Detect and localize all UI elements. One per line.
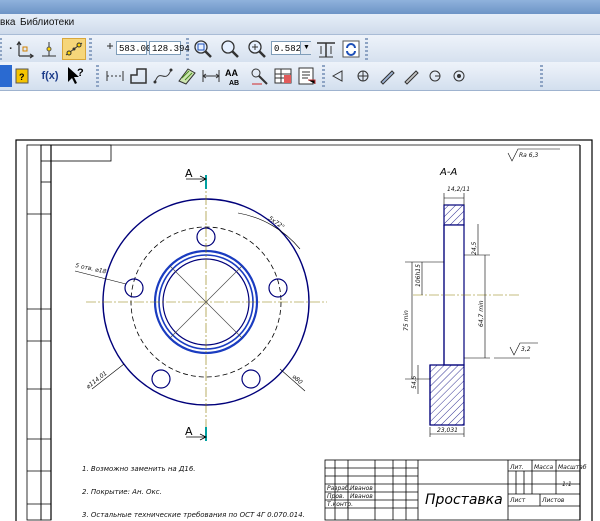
tb-lit-header: Лит. bbox=[509, 464, 524, 471]
dim-t1: 14,2/11 bbox=[447, 186, 470, 193]
toolbar-grip[interactable] bbox=[96, 65, 99, 87]
parameters-icon[interactable]: ? bbox=[14, 65, 36, 87]
contour-icon[interactable] bbox=[128, 65, 150, 87]
zoom-in-icon[interactable] bbox=[219, 38, 241, 60]
tb-sheets: Листов bbox=[541, 497, 565, 504]
dim-t2: 24,5 bbox=[471, 241, 478, 255]
coordinate-icon bbox=[104, 38, 116, 60]
cursor-icon[interactable] bbox=[426, 65, 444, 87]
note-2: 2. Покрытие: Ан. Окс. bbox=[82, 488, 162, 496]
drawing-canvas[interactable]: А А 5х72° 5 отв. ⌀18 ⌀114,01 ⌀80 А-А 14,… bbox=[0, 109, 600, 521]
note-3: 3. Остальные технические требования по О… bbox=[82, 511, 305, 519]
refresh-icon[interactable] bbox=[340, 38, 362, 60]
menu-item-libraries[interactable]: Библиотеки bbox=[20, 17, 74, 28]
toolbar-grip[interactable] bbox=[322, 65, 325, 87]
note-1: 1. Возможно заменить на Д16. bbox=[82, 465, 196, 473]
section-label: А-А bbox=[439, 167, 457, 178]
cut-label-top: А bbox=[185, 167, 193, 180]
tb-scale-value: 1:1 bbox=[562, 481, 572, 488]
zoom-scale-icon[interactable] bbox=[246, 38, 268, 60]
cut-label-bottom: А bbox=[185, 425, 193, 438]
part-name: Проставка bbox=[425, 492, 503, 508]
function-icon[interactable]: f(x) bbox=[38, 65, 62, 87]
curve-icon[interactable] bbox=[152, 65, 174, 87]
tb-signer-1: Иванов bbox=[350, 485, 373, 492]
pen-icon[interactable] bbox=[402, 65, 420, 87]
coord-x-input[interactable]: 583.003 bbox=[116, 41, 157, 55]
coordinate-axes-button[interactable] bbox=[14, 38, 36, 60]
svg-text:?: ? bbox=[77, 67, 84, 79]
dim-d1: 106h15 bbox=[415, 264, 422, 287]
view-globe-icon[interactable] bbox=[354, 65, 372, 87]
zoom-dropdown-button[interactable]: ▼ bbox=[300, 42, 312, 54]
tb-signer-2: Иванов bbox=[350, 493, 373, 500]
tb-scale-header: Масштаб bbox=[558, 464, 587, 471]
dim-t3: 54,5 bbox=[411, 375, 418, 389]
menu-bar: вка Библиотеки bbox=[0, 14, 600, 35]
sheet-frame bbox=[15, 139, 593, 521]
pan-icon[interactable] bbox=[315, 38, 337, 60]
zoom-window-icon[interactable] bbox=[192, 38, 214, 60]
spec-icon[interactable] bbox=[296, 65, 318, 87]
toolbar-grip[interactable] bbox=[0, 38, 2, 60]
geometry-panel-icon[interactable] bbox=[0, 65, 12, 87]
toolbar-bottom: ? f(x) ? AA AB bbox=[0, 62, 600, 91]
layer-triangle-icon[interactable] bbox=[330, 65, 348, 87]
ortho-mode-button[interactable] bbox=[38, 38, 60, 60]
toolbar-grip[interactable] bbox=[540, 65, 543, 87]
help-cursor-icon[interactable]: ? bbox=[64, 65, 86, 87]
dim-d3: 64,7 min bbox=[478, 300, 485, 327]
snap-toggle-button[interactable] bbox=[62, 38, 86, 60]
menu-item-view[interactable]: вка bbox=[0, 17, 15, 28]
tb-row-tcontrol: Т.контр. bbox=[327, 501, 353, 508]
tb-mass-header: Масса bbox=[534, 464, 553, 471]
roughness-general: Ra 6,3 bbox=[519, 152, 538, 159]
tb-row-check: Пров. bbox=[327, 493, 345, 500]
text-icon[interactable]: AA AB bbox=[224, 65, 246, 87]
target-icon[interactable] bbox=[450, 65, 468, 87]
pencil-icon[interactable] bbox=[378, 65, 396, 87]
dim-width: 23,031 bbox=[437, 427, 458, 434]
workspace-margin bbox=[0, 91, 600, 109]
toolbar-grip[interactable] bbox=[89, 38, 92, 60]
measure-icon[interactable] bbox=[248, 65, 270, 87]
svg-text:?: ? bbox=[19, 72, 25, 82]
toolbar-grip[interactable] bbox=[365, 38, 368, 60]
tb-sheet: Лист bbox=[509, 497, 526, 504]
linear-dimension-icon[interactable] bbox=[200, 65, 222, 87]
svg-text:AB: AB bbox=[229, 80, 239, 87]
svg-text:AA: AA bbox=[225, 68, 238, 78]
coord-y-input[interactable]: 128.394 bbox=[149, 41, 190, 55]
hatch-icon[interactable] bbox=[176, 65, 198, 87]
tb-row-dev: Разраб. bbox=[327, 485, 351, 492]
roughness-surface: 3,2 bbox=[521, 346, 531, 353]
window-titlebar bbox=[0, 0, 600, 14]
dimension-line-icon[interactable] bbox=[104, 65, 126, 87]
table-icon[interactable] bbox=[272, 65, 294, 87]
dim-d2: 75 min bbox=[403, 310, 410, 331]
